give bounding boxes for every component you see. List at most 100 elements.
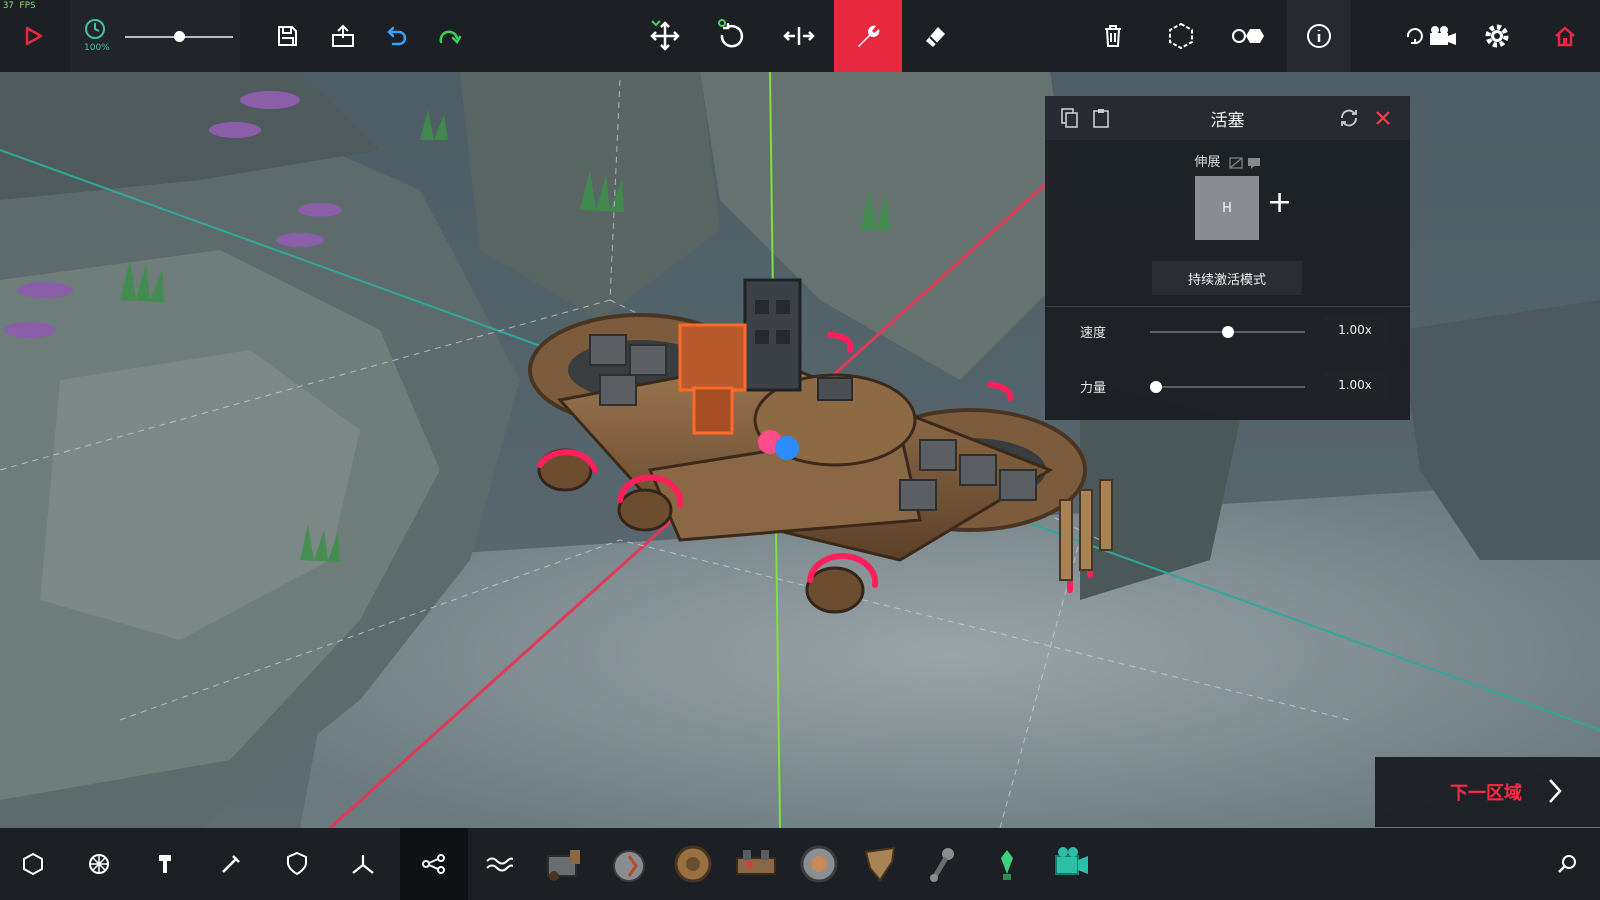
close-icon (1376, 111, 1390, 125)
refresh-icon (1341, 109, 1357, 127)
play-button[interactable] (2, 0, 64, 72)
message-icon[interactable] (1247, 157, 1261, 169)
block-wheel[interactable] (670, 842, 716, 886)
rotate-tool-button[interactable] (700, 0, 762, 72)
category-utility[interactable] (400, 828, 468, 900)
camera-block-icon (1055, 847, 1088, 875)
wheel-block-icon (674, 845, 712, 883)
category-armour[interactable] (264, 828, 330, 900)
force-slider[interactable] (1150, 381, 1305, 393)
clock-icon (85, 19, 105, 39)
info-button[interactable] (1287, 0, 1351, 72)
spinning-block-icon (800, 845, 838, 883)
unlink-key-icon[interactable] (1228, 156, 1243, 169)
block-connector[interactable] (920, 842, 966, 886)
trash-icon (1105, 25, 1121, 47)
next-zone-label: 下一区域 (1450, 783, 1522, 804)
pivot-button[interactable] (1218, 0, 1280, 72)
speed-slider-knob[interactable] (1221, 326, 1234, 338)
suspension-block-icon (736, 850, 776, 875)
water-icon (486, 857, 513, 872)
speed-label: 速度 (1080, 326, 1107, 341)
sword-icon (222, 855, 240, 873)
next-zone-button[interactable]: 下一区域 (1375, 757, 1600, 827)
top-toolbar: 37 FPS 100% (0, 0, 1600, 72)
modify-tool-button[interactable] (834, 0, 902, 72)
block-category-bar (0, 828, 1600, 900)
redo-button[interactable] (418, 0, 480, 72)
save-button[interactable] (256, 0, 318, 72)
panel-header: 活塞 (1045, 96, 1410, 140)
connector-block-icon (930, 848, 954, 882)
eraser-icon (926, 27, 945, 47)
home-button[interactable] (1534, 0, 1596, 72)
block-ballast[interactable] (984, 842, 1030, 886)
piston-icon (159, 855, 171, 873)
gear-icon (1485, 24, 1509, 48)
camera-mode-button[interactable] (1398, 0, 1464, 72)
wrench-icon (858, 25, 880, 47)
category-water[interactable] (466, 828, 532, 900)
rotate-icon (718, 19, 744, 48)
block-steering-hinge[interactable] (606, 842, 652, 886)
load-button[interactable] (312, 0, 374, 72)
speed-slider[interactable] (1150, 326, 1305, 338)
chevron-right-icon (1549, 779, 1562, 803)
delete-button[interactable] (1082, 0, 1144, 72)
play-icon (25, 26, 43, 46)
force-label: 力量 (1080, 381, 1107, 396)
time-scale-slider[interactable] (125, 31, 233, 42)
settings-button[interactable] (1466, 0, 1528, 72)
category-automation[interactable] (132, 828, 198, 900)
eraser-tool-button[interactable] (904, 0, 966, 72)
ballast-block-icon (1001, 850, 1013, 880)
info-icon (1307, 24, 1331, 48)
reset-button[interactable] (1337, 106, 1361, 130)
mirror-icon (783, 27, 815, 45)
block-spinning[interactable] (796, 842, 842, 886)
shield-icon (287, 851, 307, 876)
search-icon (1558, 855, 1576, 873)
block-camera[interactable] (1046, 842, 1092, 886)
speed-value-field[interactable]: 1.00x (1324, 316, 1386, 344)
search-button[interactable] (1534, 828, 1600, 900)
translate-tool-button[interactable] (634, 0, 696, 72)
home-icon (1555, 26, 1575, 47)
time-scale-percent: 100% (84, 43, 110, 53)
save-icon (278, 26, 297, 46)
hexagon-icon (1169, 22, 1193, 50)
force-value-field[interactable]: 1.00x (1324, 371, 1386, 399)
grabber-block-icon (864, 846, 896, 882)
extend-label: 伸展 (1194, 155, 1221, 170)
mirror-tool-button[interactable] (768, 0, 830, 72)
time-scale-slider-knob[interactable] (173, 31, 185, 42)
wheel-icon (89, 854, 109, 874)
center-view-button[interactable] (1150, 0, 1212, 72)
propeller-icon (352, 855, 374, 874)
key-binding-box[interactable]: H (1195, 176, 1259, 240)
category-mechanical[interactable] (66, 828, 132, 900)
add-key-button[interactable]: + (1267, 188, 1292, 218)
category-basic[interactable] (0, 828, 66, 900)
category-flight[interactable] (330, 828, 396, 900)
extend-section: 伸展 (1045, 151, 1410, 170)
camera-icon (1406, 26, 1456, 45)
pivot-icon (1232, 29, 1264, 43)
steering-hinge-icon (613, 850, 645, 882)
force-slider-knob[interactable] (1150, 381, 1162, 393)
close-button[interactable] (1371, 106, 1395, 130)
piston-block-icon (547, 850, 580, 881)
move-icon (650, 20, 680, 51)
connector-icon (422, 854, 445, 874)
category-weapons[interactable] (198, 828, 264, 900)
hexagon-outline-icon (23, 852, 43, 876)
undo-icon (387, 26, 407, 46)
load-icon (332, 24, 354, 47)
redo-icon (439, 30, 462, 45)
toggle-mode-button[interactable]: 持续激活模式 (1152, 261, 1302, 295)
block-grabber[interactable] (858, 842, 904, 886)
time-scale-control: 100% (70, 0, 240, 72)
block-suspension[interactable] (733, 842, 779, 886)
block-properties-panel: 活塞 伸展 H + 持续激活模式 速度 1.00x 力量 1.00x (1045, 96, 1410, 420)
block-piston[interactable] (540, 842, 586, 886)
